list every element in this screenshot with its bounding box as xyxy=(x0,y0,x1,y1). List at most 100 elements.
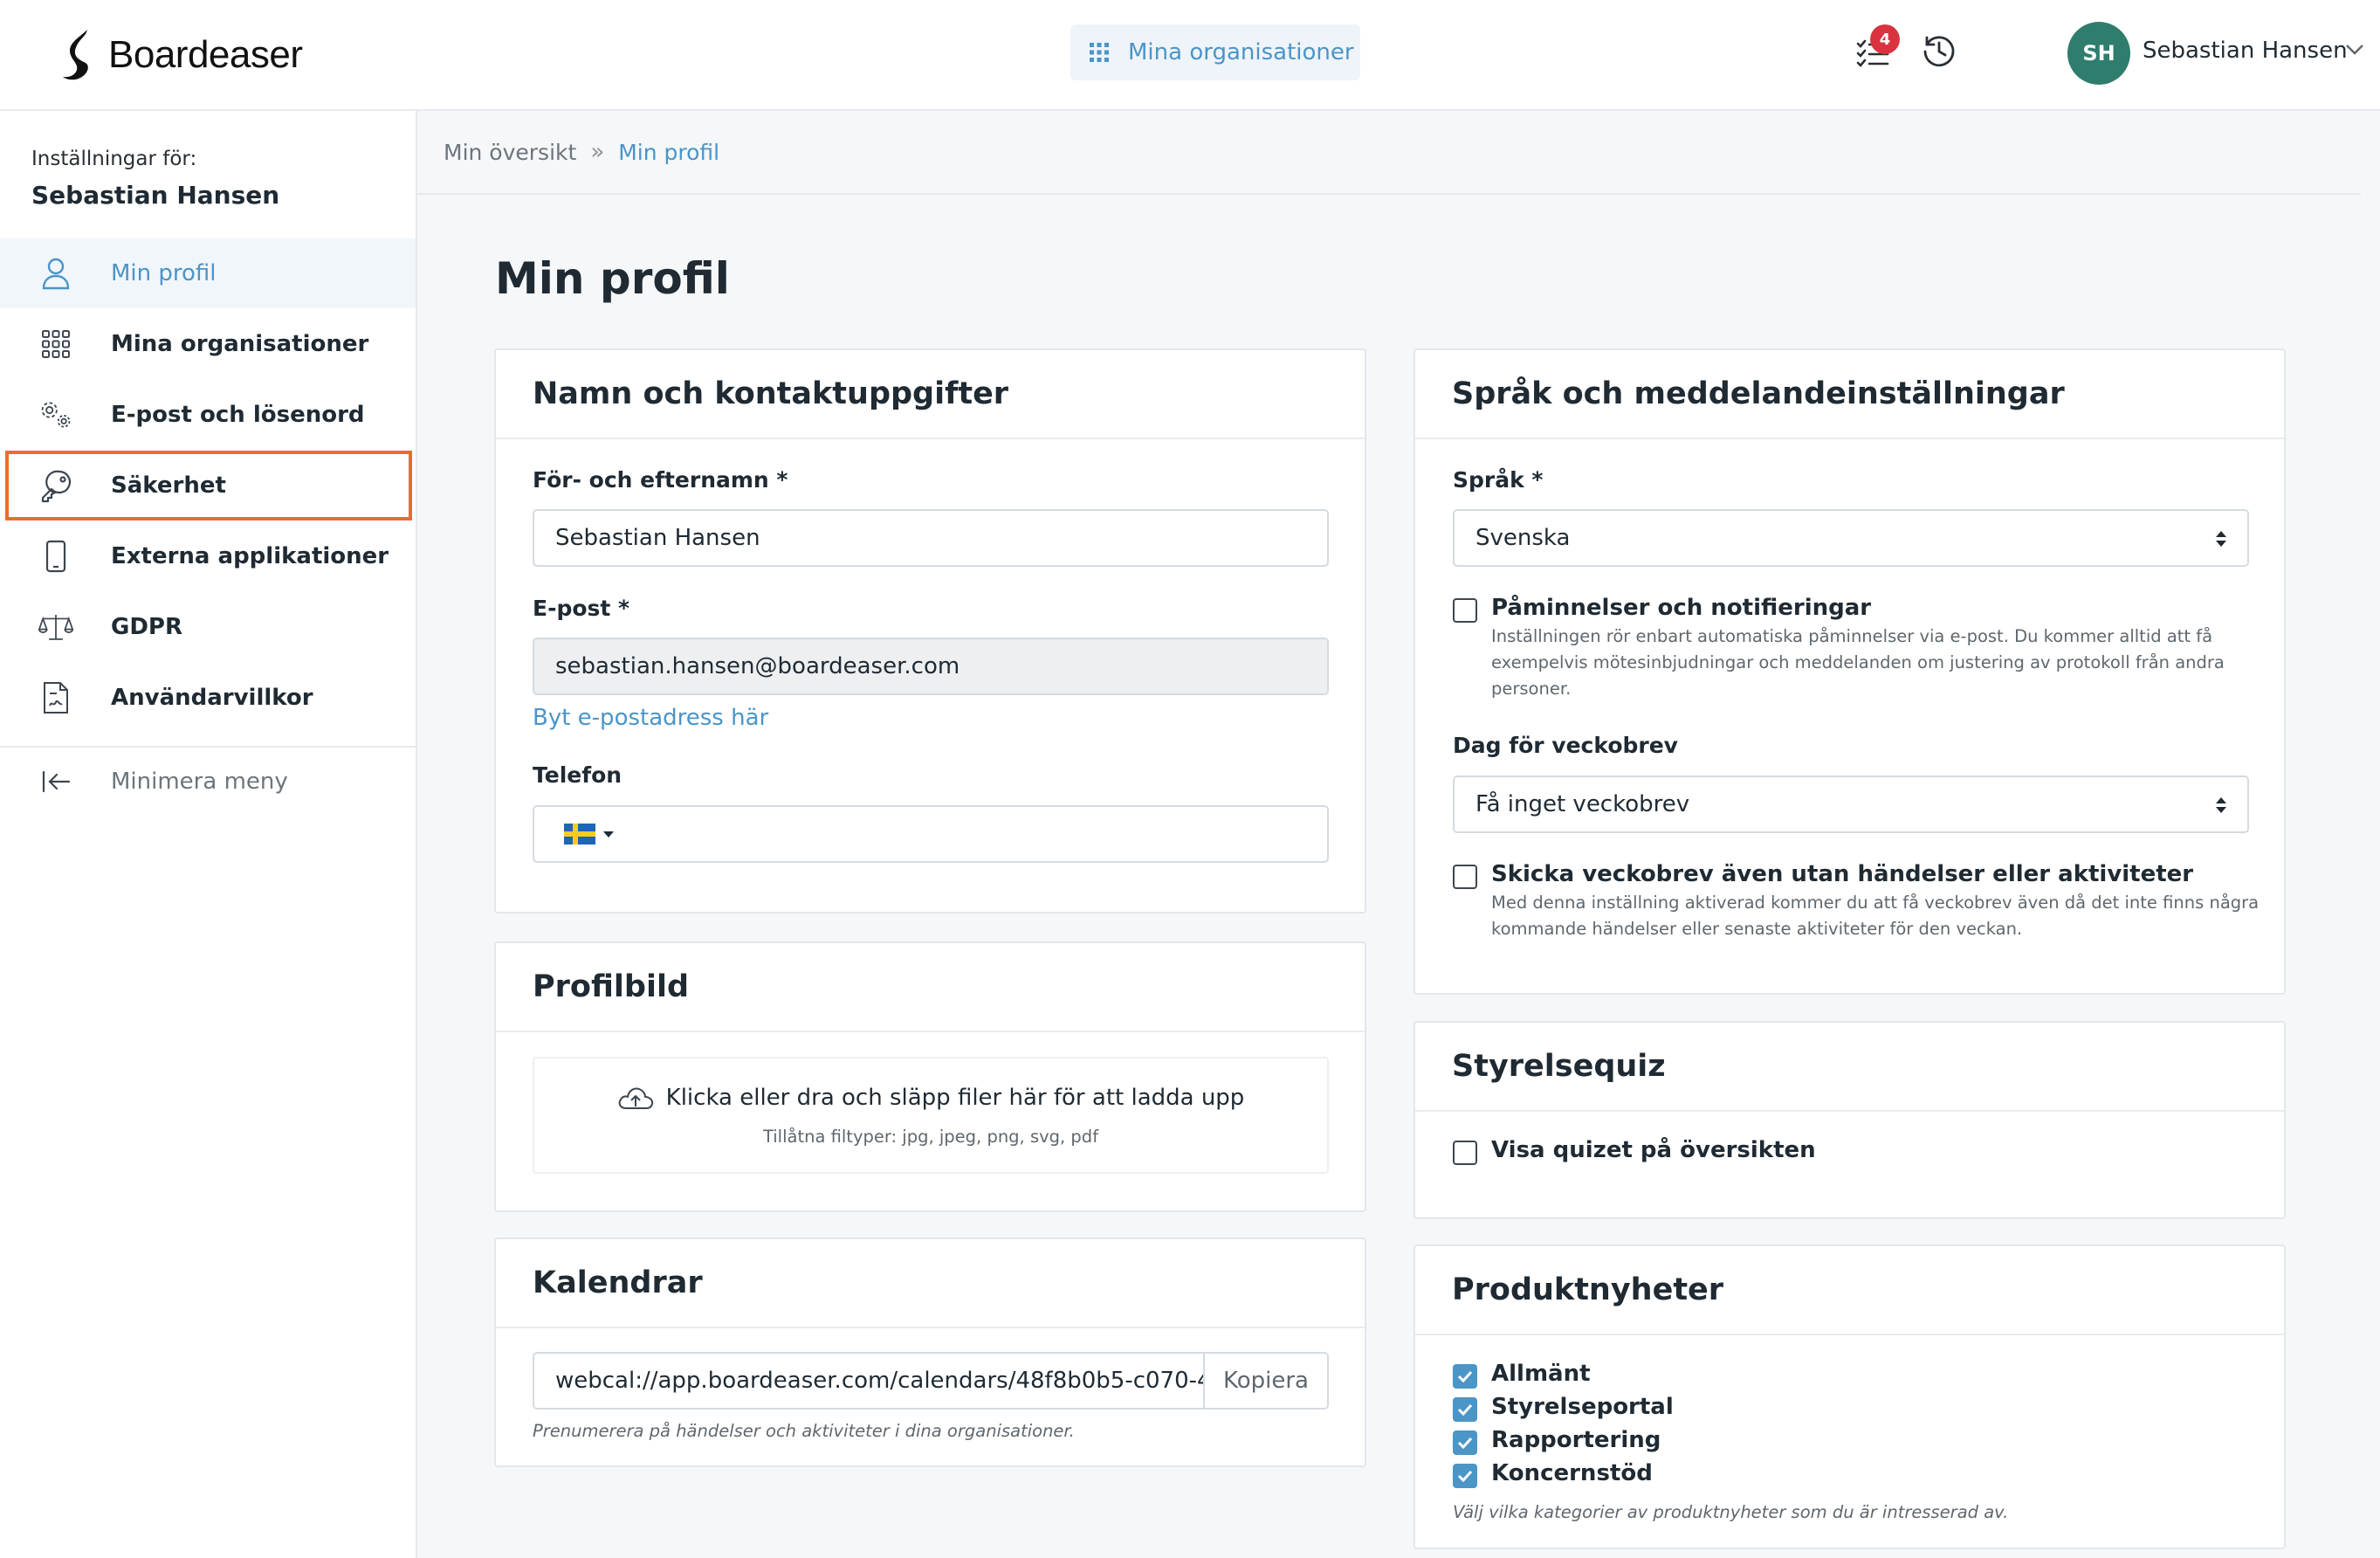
upload-instructions: Klicka eller dra och släpp filer här för… xyxy=(665,1085,1245,1111)
sweden-flag-icon xyxy=(564,824,595,844)
avatar[interactable]: SH xyxy=(2067,22,2130,85)
email-field: sebastian.hansen@boardeaser.com xyxy=(533,638,1329,695)
task-count-badge: 4 xyxy=(1870,24,1900,54)
contact-card: Namn och kontaktuppgifter För- och efter… xyxy=(494,348,1366,913)
settings-caption: Inställningar för: xyxy=(31,148,197,170)
minimize-menu-label: Minimera meny xyxy=(111,769,288,795)
news-category-label[interactable]: Styrelseportal xyxy=(1491,1394,1674,1420)
history-icon[interactable] xyxy=(1921,32,1957,69)
sidebar-item-gdpr[interactable]: GDPR xyxy=(0,592,416,662)
sort-arrows-icon xyxy=(2216,531,2226,547)
sidebar-item-security[interactable]: Säkerhet xyxy=(5,451,412,520)
my-organizations-button[interactable]: Mina organisationer xyxy=(1070,24,1360,80)
sidebar-item-label: Säkerhet xyxy=(111,472,226,499)
minimize-menu-button[interactable]: Minimera meny xyxy=(0,747,416,817)
check-icon xyxy=(1457,1403,1473,1416)
mobile-icon xyxy=(38,539,73,574)
sidebar-item-label: Användarvillkor xyxy=(111,685,313,711)
check-icon xyxy=(1457,1370,1473,1382)
news-category-label[interactable]: Koncernstöd xyxy=(1491,1460,1653,1486)
check-icon xyxy=(1457,1470,1473,1482)
language-card-title: Språk och meddelandeinställningar xyxy=(1415,350,2284,439)
grid-icon xyxy=(1090,43,1109,62)
language-label: Språk * xyxy=(1453,467,1544,493)
calendar-card: Kalendrar webcal://app.boardeaser.com/ca… xyxy=(494,1237,1366,1467)
scale-icon xyxy=(38,610,73,645)
collapse-left-icon xyxy=(38,764,73,799)
sidebar-item-my-profile[interactable]: Min profil xyxy=(0,238,416,308)
breadcrumb-home-link[interactable]: Min översikt xyxy=(444,140,576,165)
language-select[interactable]: Svenska xyxy=(1453,509,2249,567)
page-title: Min profil xyxy=(495,253,730,304)
upload-dropzone[interactable]: Klicka eller dra och släpp filer här för… xyxy=(533,1057,1329,1174)
name-label: För- och efternamn * xyxy=(533,467,788,493)
show-quiz-checkbox[interactable] xyxy=(1453,1141,1477,1165)
brand-name: Boardeaser xyxy=(108,33,303,76)
grid-icon xyxy=(38,327,73,362)
change-email-link[interactable]: Byt e-postadress här xyxy=(533,705,768,731)
phone-label: Telefon xyxy=(533,762,623,788)
news-category-checkbox[interactable] xyxy=(1453,1464,1477,1488)
boardeaser-logo-icon xyxy=(63,30,88,80)
breadcrumb: Min översikt » Min profil xyxy=(417,111,2361,195)
news-category-checkbox[interactable] xyxy=(1453,1397,1477,1422)
check-icon xyxy=(1457,1437,1473,1449)
language-notification-card: Språk och meddelandeinställningar Språk … xyxy=(1414,348,2286,995)
weekly-empty-label[interactable]: Skicka veckobrev även utan händelser ell… xyxy=(1491,861,2193,887)
key-icon xyxy=(38,468,73,503)
sidebar-item-label: GDPR xyxy=(111,614,182,640)
sidebar-item-external-apps[interactable]: Externa applikationer xyxy=(0,521,416,591)
weekly-letter-select-value: Få inget veckobrev xyxy=(1475,791,1690,817)
news-category-checkbox[interactable] xyxy=(1453,1430,1477,1455)
cloud-upload-icon xyxy=(618,1087,653,1109)
sidebar-item-my-organizations[interactable]: Mina organisationer xyxy=(0,309,416,379)
user-icon xyxy=(38,256,73,291)
breadcrumb-separator: » xyxy=(590,139,605,165)
country-selector[interactable] xyxy=(564,824,615,844)
chevron-down-icon[interactable] xyxy=(2345,44,2364,56)
show-quiz-label[interactable]: Visa quizet på översikten xyxy=(1491,1137,1816,1163)
sidebar-item-label: Externa applikationer xyxy=(111,543,389,569)
sort-arrows-icon xyxy=(2216,797,2226,813)
quiz-card-title: Styrelsequiz xyxy=(1415,1023,2284,1112)
gears-icon xyxy=(38,397,73,432)
breadcrumb-current[interactable]: Min profil xyxy=(618,140,719,165)
brand-logo[interactable]: Boardeaser xyxy=(61,19,303,91)
news-category-label[interactable]: Rapportering xyxy=(1491,1427,1661,1453)
settings-sidebar: Inställningar för: Sebastian Hansen Min … xyxy=(0,111,417,1558)
news-category-label[interactable]: Allmänt xyxy=(1491,1361,1591,1387)
news-category-checkbox[interactable] xyxy=(1453,1364,1477,1389)
phone-input[interactable] xyxy=(533,805,1329,863)
news-card-title: Produktnyheter xyxy=(1415,1246,2284,1335)
allowed-file-types: Tillåtna filtyper: jpg, jpeg, png, svg, … xyxy=(762,1127,1099,1147)
calendar-url-input[interactable]: webcal://app.boardeaser.com/calendars/48… xyxy=(534,1368,1203,1394)
news-help-text: Välj vilka kategorier av produktnyheter … xyxy=(1453,1502,2009,1522)
calendar-url-group: webcal://app.boardeaser.com/calendars/48… xyxy=(533,1352,1329,1410)
sidebar-item-label: Min profil xyxy=(111,260,217,286)
weekly-empty-checkbox[interactable] xyxy=(1453,865,1477,889)
reminders-checkbox[interactable] xyxy=(1453,598,1477,623)
reminders-label[interactable]: Påminnelser och notifieringar xyxy=(1491,595,1871,621)
product-news-card: Produktnyheter Allmänt Styrelseportal Ra… xyxy=(1414,1244,2286,1549)
my-organizations-label: Mina organisationer xyxy=(1128,39,1354,65)
settings-user-name: Sebastian Hansen xyxy=(31,181,280,210)
sidebar-item-label: E-post och lösenord xyxy=(111,402,365,428)
calendar-card-title: Kalendrar xyxy=(496,1239,1365,1328)
caret-down-icon xyxy=(603,831,614,838)
profile-picture-card-title: Profilbild xyxy=(496,943,1365,1032)
email-label: E-post * xyxy=(533,596,630,621)
copy-button[interactable]: Kopiera xyxy=(1203,1354,1327,1408)
profile-picture-card: Profilbild Klicka eller dra och släpp fi… xyxy=(494,941,1366,1212)
name-input[interactable]: Sebastian Hansen xyxy=(533,509,1329,567)
weekly-letter-select[interactable]: Få inget veckobrev xyxy=(1453,776,2249,833)
reminders-help-text: Inställningen rör enbart automatiska påm… xyxy=(1491,626,2225,699)
language-select-value: Svenska xyxy=(1475,525,1571,551)
document-icon xyxy=(38,680,73,715)
weekly-letter-label: Dag för veckobrev xyxy=(1453,733,1678,758)
sidebar-item-terms[interactable]: Användarvillkor xyxy=(0,663,416,733)
sidebar-item-email-password[interactable]: E-post och lösenord xyxy=(0,380,416,450)
calendar-help-text: Prenumerera på händelser och aktiviteter… xyxy=(533,1421,1075,1441)
user-name[interactable]: Sebastian Hansen xyxy=(2143,38,2348,64)
sidebar-item-label: Mina organisationer xyxy=(111,331,369,357)
contact-card-title: Namn och kontaktuppgifter xyxy=(496,350,1365,439)
